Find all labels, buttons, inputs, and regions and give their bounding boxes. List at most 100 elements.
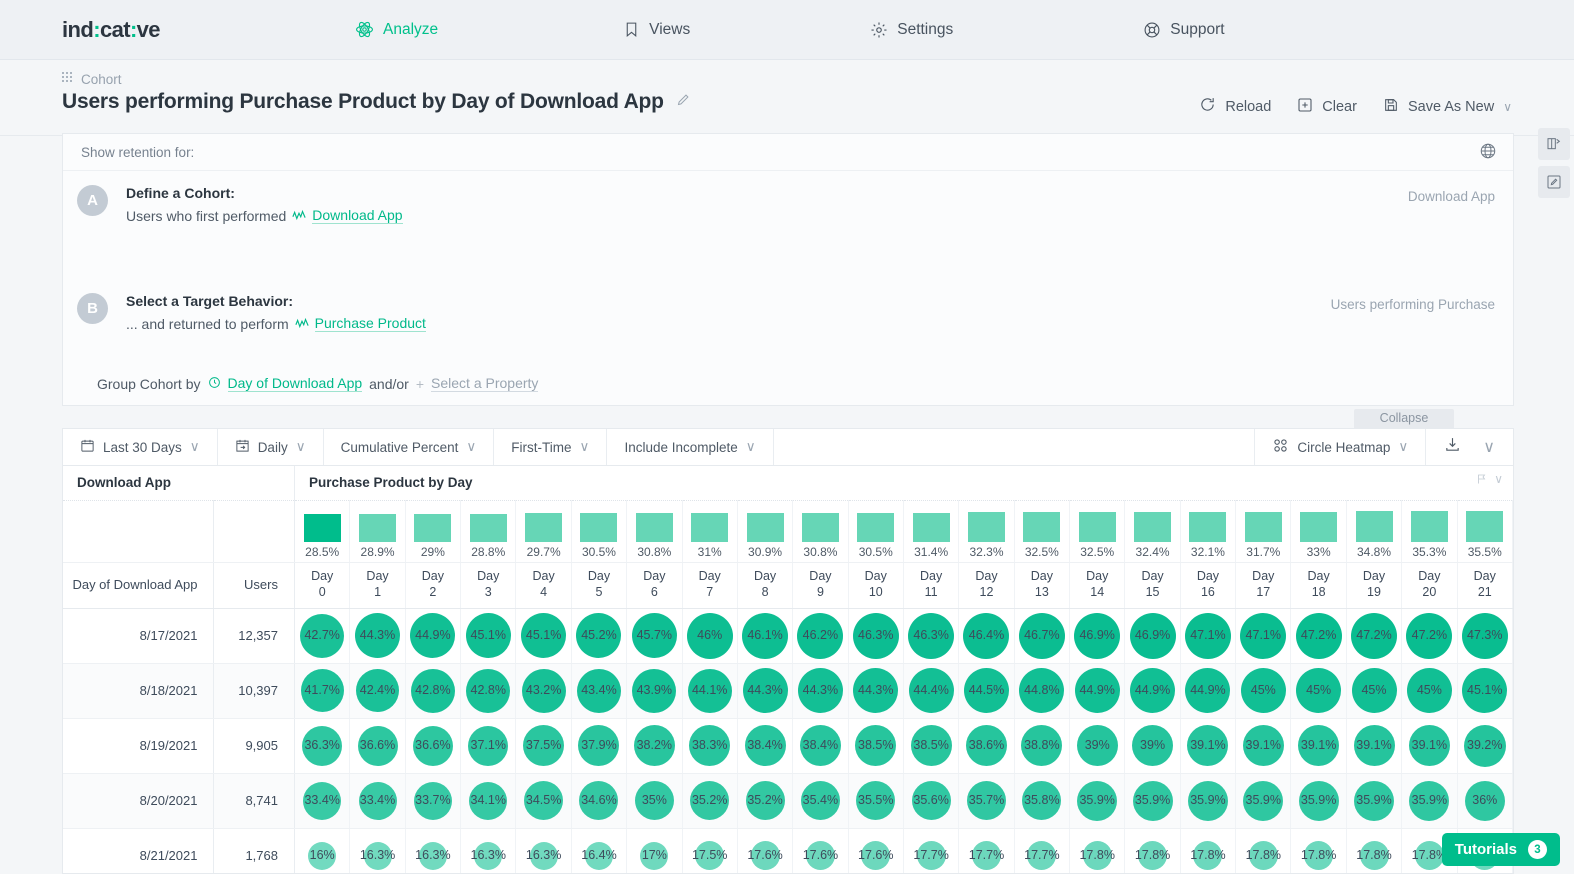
heatmap-cell[interactable]: 36.6% xyxy=(349,718,406,774)
table-columns-icon[interactable] xyxy=(1538,128,1570,160)
option-completeness[interactable]: Include Incomplete ∨ xyxy=(607,429,774,465)
summary-bar-cell[interactable]: 32.5% xyxy=(1014,500,1071,563)
heatmap-cell[interactable]: 16.3% xyxy=(405,828,462,873)
summary-bar-cell[interactable]: 35.5% xyxy=(1457,500,1513,563)
heatmap-cell[interactable]: 37.5% xyxy=(515,718,572,774)
pencil-icon[interactable] xyxy=(676,92,691,112)
heatmap-cell[interactable]: 42.4% xyxy=(349,663,406,719)
day-column-header[interactable]: Day 17 xyxy=(1235,562,1292,609)
heatmap-cell[interactable]: 43.9% xyxy=(626,663,683,719)
heatmap-cell[interactable]: 45.1% xyxy=(515,608,572,664)
heatmap-cell[interactable]: 39.1% xyxy=(1290,718,1347,774)
heatmap-cell[interactable]: 46.9% xyxy=(1124,608,1181,664)
heatmap-cell[interactable]: 45.7% xyxy=(626,608,683,664)
heatmap-cell[interactable]: 17.8% xyxy=(1180,828,1237,873)
heatmap-cell[interactable]: 45% xyxy=(1401,663,1458,719)
day-column-header[interactable]: Day 11 xyxy=(903,562,960,609)
summary-bar-cell[interactable]: 31.4% xyxy=(903,500,960,563)
summary-bar-cell[interactable]: 28.9% xyxy=(349,500,406,563)
heatmap-cell[interactable]: 16.3% xyxy=(460,828,517,873)
globe-icon[interactable] xyxy=(1479,142,1497,163)
summary-bar-cell[interactable]: 32.1% xyxy=(1180,500,1237,563)
chevron-down-icon[interactable]: ∨ xyxy=(1483,437,1495,457)
heatmap-cell[interactable]: 38.4% xyxy=(737,718,794,774)
heatmap-cell[interactable]: 17.7% xyxy=(1014,828,1071,873)
target-event-link[interactable]: Purchase Product xyxy=(314,315,426,332)
heatmap-cell[interactable]: 16.3% xyxy=(515,828,572,873)
heatmap-cell[interactable]: 45% xyxy=(1290,663,1347,719)
heatmap-cell[interactable]: 44.4% xyxy=(903,663,960,719)
day-column-header[interactable]: Day 5 xyxy=(571,562,628,609)
summary-bar-cell[interactable]: 30.5% xyxy=(571,500,628,563)
heatmap-cell[interactable]: 38.5% xyxy=(848,718,904,774)
summary-bar-cell[interactable]: 29.7% xyxy=(515,500,572,563)
heatmap-cell[interactable]: 46.3% xyxy=(903,608,960,664)
breadcrumb[interactable]: Cohort xyxy=(62,72,122,87)
heatmap-cell[interactable]: 44.5% xyxy=(958,663,1015,719)
heatmap-cell[interactable]: 44.3% xyxy=(792,663,849,719)
day-column-header[interactable]: Day 4 xyxy=(515,562,572,609)
heatmap-cell[interactable]: 36.3% xyxy=(294,718,351,774)
summary-bar-cell[interactable]: 31% xyxy=(682,500,738,563)
heatmap-cell[interactable]: 45.1% xyxy=(1457,663,1513,719)
heatmap-cell[interactable]: 39.1% xyxy=(1401,718,1458,774)
heatmap-cell[interactable]: 17.7% xyxy=(903,828,960,873)
heatmap-cell[interactable]: 35.9% xyxy=(1180,773,1237,829)
heatmap-cell[interactable]: 44.8% xyxy=(1014,663,1071,719)
heatmap-cell[interactable]: 47.2% xyxy=(1401,608,1458,664)
heatmap-cell[interactable]: 17.8% xyxy=(1124,828,1181,873)
heatmap-cell[interactable]: 41.7% xyxy=(294,663,351,719)
day-column-header[interactable]: Day 19 xyxy=(1346,562,1403,609)
heatmap-cell[interactable]: 39% xyxy=(1124,718,1181,774)
heatmap-cell[interactable]: 17.5% xyxy=(682,828,738,873)
heatmap-cell[interactable]: 37.9% xyxy=(571,718,628,774)
day-column-header[interactable]: Day 0 xyxy=(294,562,351,609)
day-column-header[interactable]: Day 9 xyxy=(792,562,849,609)
heatmap-cell[interactable]: 42.7% xyxy=(294,608,351,664)
heatmap-cell[interactable]: 17.6% xyxy=(792,828,849,873)
heatmap-cell[interactable]: 46.4% xyxy=(958,608,1015,664)
cohort-event-link[interactable]: Download App xyxy=(312,207,403,224)
heatmap-cell[interactable]: 38.3% xyxy=(682,718,738,774)
heatmap-cell[interactable]: 45% xyxy=(1235,663,1292,719)
summary-bar-cell[interactable]: 32.3% xyxy=(958,500,1015,563)
heatmap-cell[interactable]: 35.4% xyxy=(792,773,849,829)
heatmap-cell[interactable]: 39.1% xyxy=(1346,718,1403,774)
heatmap-cell[interactable]: 38.4% xyxy=(792,718,849,774)
heatmap-cell[interactable]: 17.8% xyxy=(1346,828,1403,873)
heatmap-cell[interactable]: 35.5% xyxy=(848,773,904,829)
summary-bar-cell[interactable]: 28.8% xyxy=(460,500,517,563)
heatmap-cell[interactable]: 45.1% xyxy=(460,608,517,664)
heatmap-cell[interactable]: 35.8% xyxy=(1014,773,1071,829)
option-visualization[interactable]: Circle Heatmap ∨ xyxy=(1255,429,1427,465)
day-column-header[interactable]: Day 15 xyxy=(1124,562,1181,609)
heatmap-cell[interactable]: 17.8% xyxy=(1235,828,1292,873)
heatmap-cell[interactable]: 37.1% xyxy=(460,718,517,774)
heatmap-cell[interactable]: 38.2% xyxy=(626,718,683,774)
heatmap-cell[interactable]: 44.9% xyxy=(1069,663,1126,719)
heatmap-cell[interactable]: 47.1% xyxy=(1235,608,1292,664)
heatmap-cell[interactable]: 35.2% xyxy=(682,773,738,829)
heatmap-cell[interactable]: 33.4% xyxy=(294,773,351,829)
day-column-header[interactable]: Day 13 xyxy=(1014,562,1071,609)
heatmap-cell[interactable]: 44.9% xyxy=(1124,663,1181,719)
download-icon[interactable] xyxy=(1444,436,1461,458)
heatmap-cell[interactable]: 16% xyxy=(294,828,351,873)
heatmap-cell[interactable]: 17.6% xyxy=(848,828,904,873)
summary-bar-cell[interactable]: 32.5% xyxy=(1069,500,1126,563)
summary-bar-cell[interactable]: 30.8% xyxy=(792,500,849,563)
heatmap-cell[interactable]: 35.9% xyxy=(1346,773,1403,829)
heatmap-cell[interactable]: 35.9% xyxy=(1290,773,1347,829)
summary-bar-cell[interactable]: 31.7% xyxy=(1235,500,1292,563)
heatmap-cell[interactable]: 38.8% xyxy=(1014,718,1071,774)
heatmap-cell[interactable]: 46.3% xyxy=(848,608,904,664)
heatmap-cell[interactable]: 17.8% xyxy=(1069,828,1126,873)
summary-bar-cell[interactable]: 28.5% xyxy=(294,500,351,563)
heatmap-cell[interactable]: 46% xyxy=(682,608,738,664)
heatmap-cell[interactable]: 47.3% xyxy=(1457,608,1513,664)
heatmap-cell[interactable]: 45% xyxy=(1346,663,1403,719)
day-column-header[interactable]: Day 10 xyxy=(848,562,904,609)
heatmap-cell[interactable]: 44.3% xyxy=(349,608,406,664)
day-column-header[interactable]: Day 1 xyxy=(349,562,406,609)
day-column-header[interactable]: Day 14 xyxy=(1069,562,1126,609)
